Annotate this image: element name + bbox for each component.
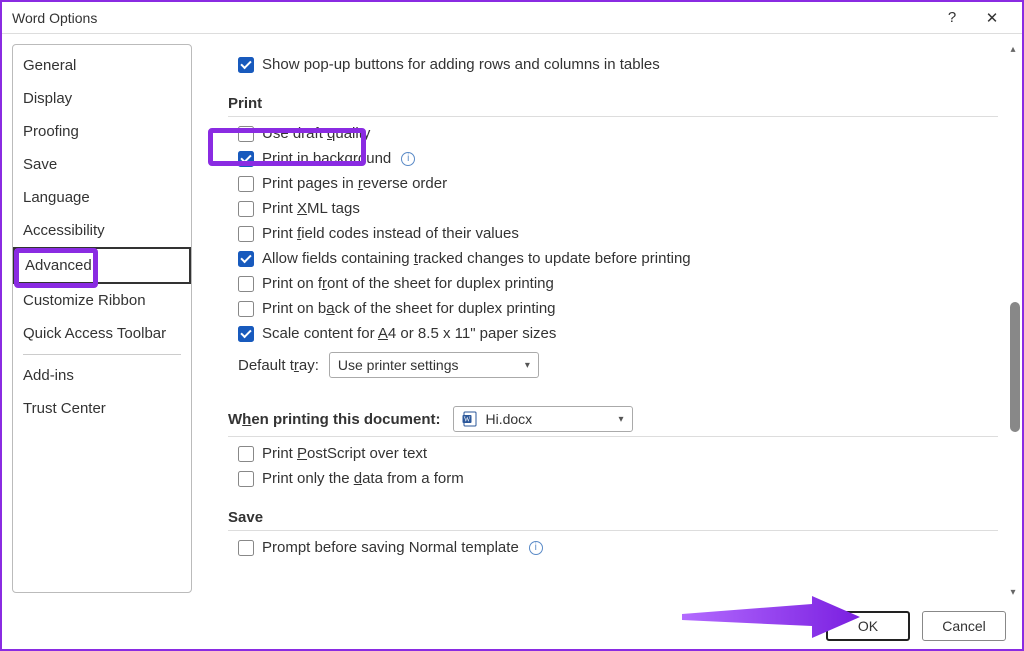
scrollbar-thumb[interactable] [1010,302,1020,432]
scroll-down-arrow[interactable]: ▾ [1006,585,1020,599]
checkbox-xml-tags[interactable] [238,201,254,217]
option-postscript[interactable]: Print PostScript over text [228,441,998,466]
label-xml-tags: Print XML tags [262,200,360,217]
option-draft-quality[interactable]: Use draft quality [228,121,998,146]
sidebar-item-accessibility[interactable]: Accessibility [13,214,191,247]
dropdown-default-tray[interactable]: Use printer settings ▾ [329,352,539,378]
checkbox-print-background[interactable] [238,151,254,167]
dropdown-when-printing-value: Hi.docx [486,411,533,427]
info-icon[interactable]: i [529,541,543,555]
checkbox-reverse-order[interactable] [238,176,254,192]
label-duplex-front: Print on front of the sheet for duplex p… [262,275,554,292]
option-form-data[interactable]: Print only the data from a form [228,466,998,491]
option-prompt-normal[interactable]: Prompt before saving Normal template i [228,535,998,560]
sidebar-item-customize-ribbon[interactable]: Customize Ribbon [13,284,191,317]
field-default-tray: Default tray: Use printer settings ▾ [228,346,998,384]
section-heading-when-printing: When printing this document: [228,411,441,428]
label-duplex-back: Print on back of the sheet for duplex pr… [262,300,556,317]
option-reverse-order[interactable]: Print pages in reverse order [228,171,998,196]
help-button[interactable]: ? [932,4,972,32]
option-xml-tags[interactable]: Print XML tags [228,196,998,221]
option-scale-content[interactable]: Scale content for A4 or 8.5 x 11" paper … [228,321,998,346]
label-prompt-normal: Prompt before saving Normal template [262,539,519,556]
checkbox-field-codes[interactable] [238,226,254,242]
checkbox-draft-quality[interactable] [238,126,254,142]
section-heading-save: Save [228,509,998,526]
option-field-codes[interactable]: Print field codes instead of their value… [228,221,998,246]
checkbox-duplex-back[interactable] [238,301,254,317]
dropdown-default-tray-value: Use printer settings [338,357,459,373]
sidebar-item-display[interactable]: Display [13,82,191,115]
dialog-footer: OK Cancel [2,603,1022,649]
checkbox-prompt-normal[interactable] [238,540,254,556]
titlebar: Word Options ? ✕ [2,2,1022,34]
main-area: General Display Proofing Save Language A… [2,36,1022,601]
dropdown-when-printing-document[interactable]: W Hi.docx ▾ [453,406,633,432]
chevron-down-icon: ▾ [618,414,623,425]
checkbox-postscript[interactable] [238,446,254,462]
label-postscript: Print PostScript over text [262,445,427,462]
checkbox-duplex-front[interactable] [238,276,254,292]
option-duplex-front[interactable]: Print on front of the sheet for duplex p… [228,271,998,296]
divider-print [228,116,998,117]
sidebar-item-save[interactable]: Save [13,148,191,181]
label-form-data: Print only the data from a form [262,470,464,487]
sidebar-item-add-ins[interactable]: Add-ins [13,359,191,392]
sidebar: General Display Proofing Save Language A… [12,44,192,593]
content-pane: Show pop-up buttons for adding rows and … [192,36,1022,601]
label-popup-buttons: Show pop-up buttons for adding rows and … [262,56,660,73]
option-popup-buttons[interactable]: Show pop-up buttons for adding rows and … [228,52,998,77]
sidebar-item-quick-access-toolbar[interactable]: Quick Access Toolbar [13,317,191,350]
sidebar-item-language[interactable]: Language [13,181,191,214]
label-print-background: Print in background [262,150,391,167]
sidebar-item-general[interactable]: General [13,49,191,82]
checkbox-scale-content[interactable] [238,326,254,342]
checkbox-tracked-changes[interactable] [238,251,254,267]
window-title: Word Options [12,10,932,26]
section-heading-print: Print [228,95,998,112]
checkbox-form-data[interactable] [238,471,254,487]
option-tracked-changes[interactable]: Allow fields containing tracked changes … [228,246,998,271]
label-scale-content: Scale content for A4 or 8.5 x 11" paper … [262,325,556,342]
svg-text:W: W [463,416,470,424]
divider-save [228,530,998,531]
checkbox-popup-buttons[interactable] [238,57,254,73]
sidebar-separator [23,354,181,355]
cancel-button[interactable]: Cancel [922,611,1006,641]
sidebar-item-trust-center[interactable]: Trust Center [13,392,191,425]
ok-button[interactable]: OK [826,611,910,641]
label-default-tray: Default tray: [238,357,319,374]
divider-doc [228,436,998,437]
close-button[interactable]: ✕ [972,4,1012,32]
sidebar-item-proofing[interactable]: Proofing [13,115,191,148]
option-print-background[interactable]: Print in background i [228,146,998,171]
chevron-down-icon: ▾ [525,360,530,371]
label-draft-quality: Use draft quality [262,125,370,142]
label-field-codes: Print field codes instead of their value… [262,225,519,242]
info-icon[interactable]: i [401,152,415,166]
word-doc-icon: W [462,411,478,427]
sidebar-item-advanced[interactable]: Advanced [13,247,191,284]
label-tracked-changes: Allow fields containing tracked changes … [262,250,691,267]
option-duplex-back[interactable]: Print on back of the sheet for duplex pr… [228,296,998,321]
label-reverse-order: Print pages in reverse order [262,175,447,192]
